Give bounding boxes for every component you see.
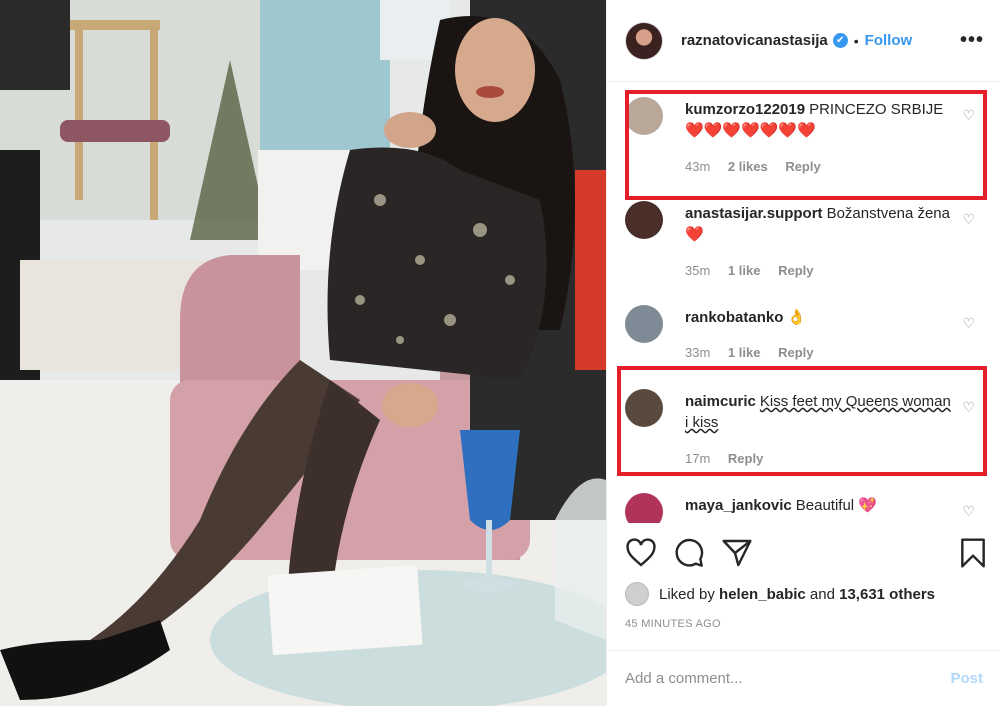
add-comment-bar: Post — [607, 650, 1000, 706]
commenter-avatar[interactable] — [625, 305, 663, 343]
commenter-username[interactable]: anastasijar.support — [685, 205, 823, 222]
liked-by-row: Liked by helen_babic and 13,631 others — [625, 582, 935, 606]
comment-icon[interactable] — [673, 537, 705, 569]
comment-content: Beautiful 💖 — [795, 497, 877, 514]
comment-likes[interactable]: 2 likes — [728, 159, 768, 174]
photo-illustration — [0, 0, 606, 706]
post-photo — [0, 0, 606, 706]
comments-list[interactable]: kumzorzo122019 PRINCEZO SRBIJE❤️❤️❤️❤️❤️❤… — [607, 83, 1000, 523]
comment-like-heart-icon[interactable]: ♡ — [962, 503, 975, 520]
comment-text: anastasijar.support Božanstvena žena ❤️ — [685, 203, 953, 245]
commenter-avatar[interactable] — [625, 493, 663, 523]
comment-text: maya_jankovic Beautiful 💖 — [685, 495, 953, 516]
liker-avatar[interactable] — [625, 582, 649, 606]
comment-content: 👌 — [787, 309, 807, 326]
comment-meta: 35m 1 like Reply — [685, 263, 827, 278]
comment-time: 33m — [685, 345, 711, 360]
post-actions-bar — [625, 537, 985, 573]
comment-likes[interactable]: 1 like — [728, 263, 761, 278]
comment-like-heart-icon[interactable]: ♡ — [962, 315, 975, 332]
liked-by-and: and — [809, 585, 835, 603]
comment-item: maya_jankovic Beautiful 💖 ♡ — [625, 493, 985, 523]
post-header: raznatovicanastasija ✔ • Follow ••• — [607, 0, 1000, 82]
comment-input[interactable] — [625, 670, 951, 687]
header-separator: • — [853, 32, 859, 49]
comment-item: kumzorzo122019 PRINCEZO SRBIJE❤️❤️❤️❤️❤️❤… — [625, 97, 985, 177]
post-timestamp[interactable]: 45 MINUTES AGO — [625, 618, 721, 630]
comment-item: naimcuric Kiss feet my Queens woman i kis… — [625, 389, 985, 469]
share-icon[interactable] — [721, 537, 753, 569]
author-avatar[interactable] — [625, 21, 663, 60]
commenter-avatar[interactable] — [625, 97, 663, 135]
comment-likes[interactable]: 1 like — [728, 345, 761, 360]
comment-text: naimcuric Kiss feet my Queens woman i kis… — [685, 391, 953, 433]
comment-like-heart-icon[interactable]: ♡ — [962, 107, 975, 124]
liked-by-user[interactable]: helen_babic — [719, 586, 806, 603]
comment-time: 35m — [685, 263, 711, 278]
liked-by-prefix: Liked by — [659, 585, 715, 603]
verified-badge-icon: ✔ — [832, 33, 848, 48]
comment-like-heart-icon[interactable]: ♡ — [962, 211, 975, 228]
comment-text: rankobatanko 👌 — [685, 307, 953, 328]
comment-time: 17m — [685, 451, 711, 466]
follow-button[interactable]: Follow — [865, 32, 913, 49]
comment-text: kumzorzo122019 PRINCEZO SRBIJE❤️❤️❤️❤️❤️❤… — [685, 99, 953, 141]
commenter-username[interactable]: kumzorzo122019 — [685, 101, 805, 118]
reply-button[interactable]: Reply — [778, 263, 813, 278]
post-side-panel: raznatovicanastasija ✔ • Follow ••• kumz… — [606, 0, 1000, 706]
comment-item: anastasijar.support Božanstvena žena ❤️ 3… — [625, 201, 985, 281]
comment-like-heart-icon[interactable]: ♡ — [962, 399, 975, 416]
author-username[interactable]: raznatovicanastasija — [681, 32, 828, 49]
comment-meta: 43m 2 likes Reply — [685, 159, 835, 174]
commenter-username[interactable]: rankobatanko — [685, 309, 783, 326]
reply-button[interactable]: Reply — [728, 451, 763, 466]
bookmark-icon[interactable] — [959, 537, 987, 569]
commenter-username[interactable]: naimcuric — [685, 393, 756, 410]
comment-item: rankobatanko 👌 33m 1 like Reply ♡ — [625, 305, 985, 365]
heart-icon[interactable] — [625, 537, 657, 569]
comment-meta: 17m Reply — [685, 451, 777, 466]
reply-button[interactable]: Reply — [778, 345, 813, 360]
reply-button[interactable]: Reply — [785, 159, 820, 174]
comment-meta: 33m 1 like Reply — [685, 345, 827, 360]
more-options-icon[interactable]: ••• — [960, 29, 984, 52]
liked-by-others[interactable]: 13,631 others — [839, 586, 935, 603]
comment-time: 43m — [685, 159, 711, 174]
commenter-avatar[interactable] — [625, 201, 663, 239]
commenter-username[interactable]: maya_jankovic — [685, 497, 792, 514]
post-comment-button[interactable]: Post — [950, 670, 983, 687]
commenter-avatar[interactable] — [625, 389, 663, 427]
